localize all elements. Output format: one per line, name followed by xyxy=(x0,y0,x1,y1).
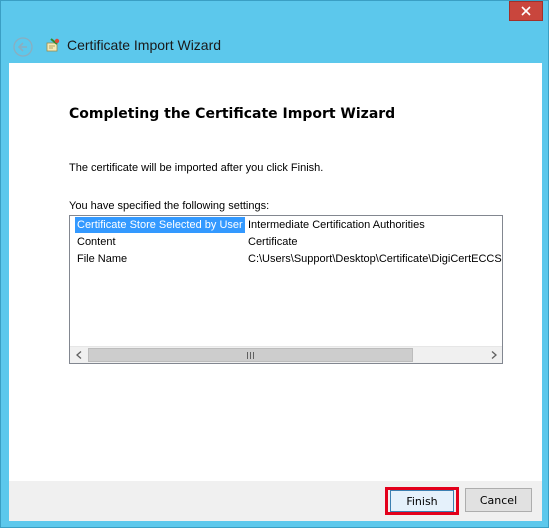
grip-icon xyxy=(247,351,254,359)
close-icon xyxy=(521,6,531,16)
setting-key: Content xyxy=(77,236,116,248)
list-item[interactable]: Content Certificate xyxy=(70,234,502,251)
page-heading: Completing the Certificate Import Wizard xyxy=(69,106,396,122)
setting-value: C:\Users\Support\Desktop\Certificate\Dig… xyxy=(248,253,503,265)
button-bar: Finish Cancel xyxy=(9,481,542,521)
horizontal-scrollbar[interactable] xyxy=(70,346,502,363)
chevron-left-icon xyxy=(75,351,81,359)
setting-value: Intermediate Certification Authorities xyxy=(248,219,425,231)
back-button[interactable] xyxy=(13,37,33,57)
setting-value: Certificate xyxy=(248,236,298,248)
certificate-icon xyxy=(45,37,61,53)
settings-list[interactable]: Certificate Store Selected by User Inter… xyxy=(69,215,503,364)
scroll-right-button[interactable] xyxy=(485,347,502,363)
wizard-content: Completing the Certificate Import Wizard… xyxy=(9,63,542,481)
chevron-right-icon xyxy=(491,351,497,359)
settings-label: You have specified the following setting… xyxy=(69,200,270,212)
setting-key: File Name xyxy=(77,253,128,265)
close-button[interactable] xyxy=(509,1,543,21)
list-item[interactable]: File Name C:\Users\Support\Desktop\Certi… xyxy=(70,251,502,268)
back-arrow-icon xyxy=(13,37,33,57)
info-text: The certificate will be imported after y… xyxy=(69,162,324,174)
list-item[interactable]: Certificate Store Selected by User Inter… xyxy=(70,217,502,234)
scroll-left-button[interactable] xyxy=(70,347,87,363)
cancel-button[interactable]: Cancel xyxy=(465,488,532,512)
window-title: Certificate Import Wizard xyxy=(67,37,222,53)
scroll-thumb[interactable] xyxy=(88,348,413,362)
finish-button[interactable]: Finish xyxy=(390,490,454,512)
setting-key: Certificate Store Selected by User xyxy=(75,217,245,233)
wizard-window: Certificate Import Wizard Completing the… xyxy=(0,0,549,528)
title-bar: Certificate Import Wizard xyxy=(1,29,549,63)
